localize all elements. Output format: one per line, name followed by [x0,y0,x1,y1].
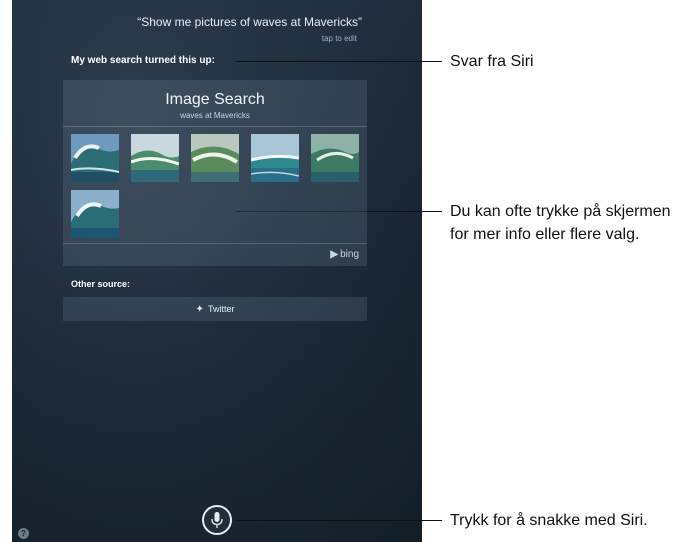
card-divider [63,126,367,127]
tap-to-edit-link[interactable]: tap to edit [12,34,357,43]
twitter-source-button[interactable]: ✦ Twitter [63,297,367,321]
siri-screen: “Show me pictures of waves at Mavericks”… [12,0,422,542]
image-search-card[interactable]: Image Search waves at Mavericks ▶ bing [63,80,367,266]
wave-image-thumbnail[interactable] [191,134,239,182]
wave-image-thumbnail[interactable] [71,190,119,238]
microphone-icon [211,512,223,528]
other-source-label: Other source: [71,279,131,289]
siri-response-intro: My web search turned this up: [71,55,215,66]
wave-image-thumbnail[interactable] [131,134,179,182]
callout-more-info: Du kan ofte trykke på skjermen for mer i… [450,203,671,243]
callout-line-siri-reply [236,61,442,62]
wave-image-thumbnail[interactable] [311,134,359,182]
bing-label: bing [340,249,359,260]
bing-logo-icon: ▶ [330,249,339,260]
callout-tap-to-talk: Trykk for å snakke med Siri. [450,512,648,529]
callout-line-tap-to-talk [236,520,442,521]
help-question-icon[interactable]: ? [18,528,29,539]
microphone-button[interactable] [202,505,232,535]
spoken-query: “Show me pictures of waves at Mavericks” [137,15,362,29]
wave-image-thumbnail[interactable] [71,134,119,182]
card-divider [63,243,367,244]
card-title: Image Search [165,91,265,108]
twitter-bird-icon: ✦ [195,303,204,315]
bing-attribution: ▶ bing [330,249,359,260]
callout-siri-reply: Svar fra Siri [450,53,534,70]
card-subtitle: waves at Mavericks [180,111,250,120]
twitter-label: Twitter [207,304,235,314]
wave-image-thumbnail[interactable] [251,134,299,182]
